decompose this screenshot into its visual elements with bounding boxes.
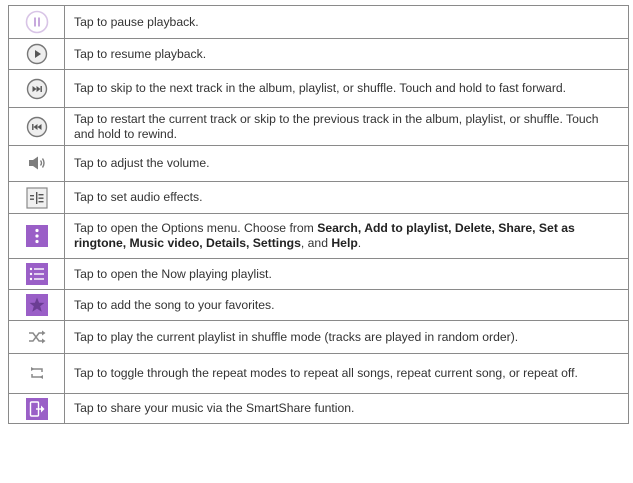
previous-track-icon <box>26 116 48 138</box>
table-row: Tap to skip to the next track in the alb… <box>8 69 629 108</box>
audio-effects-icon <box>25 186 48 209</box>
row-description: Tap to set audio effects. <box>64 181 629 214</box>
repeat-icon <box>28 365 46 381</box>
row-description: Tap to open the Options menu. Choose fro… <box>64 213 629 259</box>
options-menu-icon <box>25 225 48 247</box>
table-row: Tap to toggle through the repeat modes t… <box>8 353 629 394</box>
row-description: Tap to open the Now playing playlist. <box>64 258 629 290</box>
table-row: Tap to open the Now playing playlist. <box>8 258 629 290</box>
row-description: Tap to resume playback. <box>64 38 629 70</box>
shuffle-icon <box>27 329 47 345</box>
row-description: Tap to add the song to your favorites. <box>64 289 629 321</box>
next-track-icon <box>26 78 48 100</box>
row-description: Tap to restart the current track or skip… <box>64 107 629 146</box>
table-row: Tap to play the current playlist in shuf… <box>8 320 629 354</box>
row-description: Tap to share your music via the SmartSha… <box>64 393 629 424</box>
favorite-star-icon <box>25 294 48 316</box>
play-icon <box>26 43 48 65</box>
row-description: Tap to play the current playlist in shuf… <box>64 320 629 354</box>
table-row: Tap to share your music via the SmartSha… <box>8 393 629 424</box>
description-text: Tap to open the Options menu. Choose fro… <box>74 221 318 235</box>
help-option: Help <box>331 236 358 250</box>
row-description: Tap to toggle through the repeat modes t… <box>64 353 629 394</box>
description-text: , and <box>300 236 332 250</box>
table-row: Tap to set audio effects. <box>8 181 629 214</box>
row-description: Tap to pause playback. <box>64 5 629 39</box>
table-row: Tap to pause playback. <box>8 5 629 39</box>
table-row: Tap to adjust the volume. <box>8 145 629 182</box>
now-playing-list-icon <box>25 263 48 285</box>
volume-icon <box>26 154 48 172</box>
table-row: Tap to restart the current track or skip… <box>8 107 629 146</box>
smartshare-icon <box>25 397 48 420</box>
row-description: Tap to adjust the volume. <box>64 145 629 182</box>
icon-reference-table: Tap to pause playback. Tap to resume pla… <box>8 5 629 424</box>
description-text: . <box>357 236 362 250</box>
table-row: Tap to open the Options menu. Choose fro… <box>8 213 629 259</box>
pause-icon <box>25 10 49 34</box>
table-row: Tap to add the song to your favorites. <box>8 289 629 321</box>
table-row: Tap to resume playback. <box>8 38 629 70</box>
row-description: Tap to skip to the next track in the alb… <box>64 69 629 108</box>
